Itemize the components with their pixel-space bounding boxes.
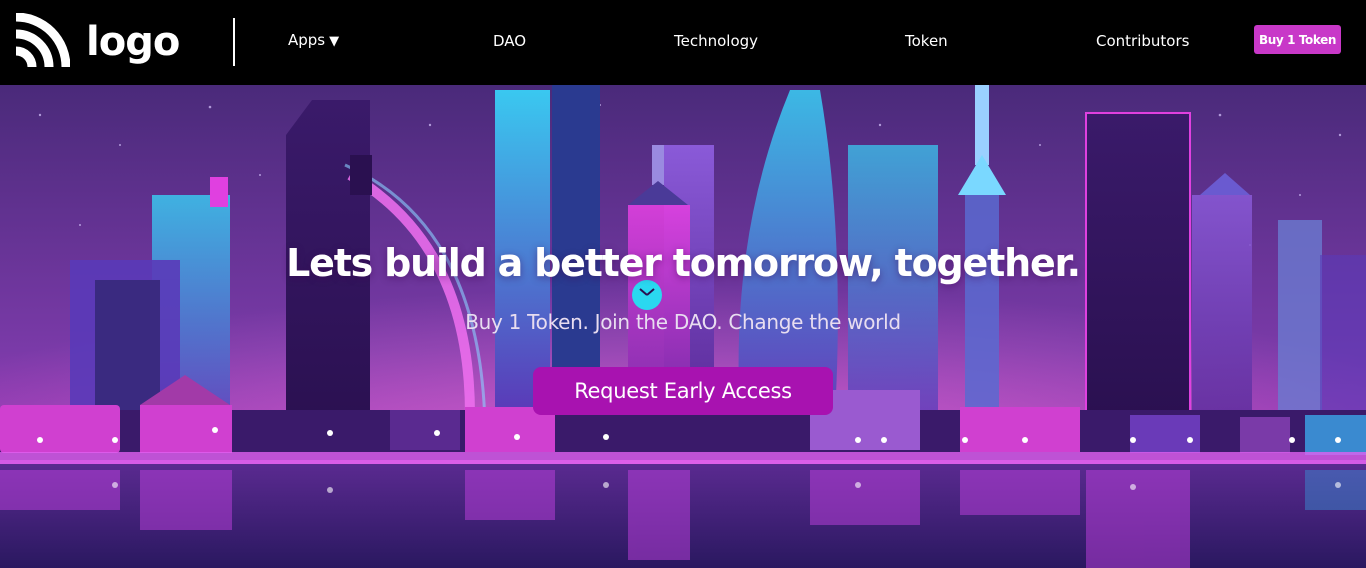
nav-item-dao[interactable]: DAO — [493, 30, 526, 52]
hero-section: Lets build a better tomorrow, together. … — [0, 85, 1366, 568]
nav-divider — [233, 18, 235, 66]
nav-item-apps[interactable]: Apps ▼ — [288, 29, 339, 53]
nav-item-technology[interactable]: Technology — [674, 30, 758, 52]
request-early-access-button[interactable]: Request Early Access — [533, 367, 833, 415]
logo[interactable]: logo — [12, 12, 180, 72]
wifi-arcs-icon — [15, 13, 70, 68]
hero-subtitle: Buy 1 Token. Join the DAO. Change the wo… — [465, 310, 901, 334]
logo-text: logo — [86, 19, 180, 65]
nav-item-token[interactable]: Token — [905, 30, 948, 52]
chevron-down-icon: ▼ — [329, 34, 340, 49]
hero-title: Lets build a better tomorrow, together. — [286, 241, 1081, 285]
nav-item-label: Apps — [288, 31, 326, 49]
buy-token-button[interactable]: Buy 1 Token — [1254, 25, 1341, 54]
top-navbar: logo Apps ▼ DAO Technology Token Contribu… — [0, 0, 1366, 85]
nav-item-contributors[interactable]: Contributors — [1096, 30, 1189, 52]
